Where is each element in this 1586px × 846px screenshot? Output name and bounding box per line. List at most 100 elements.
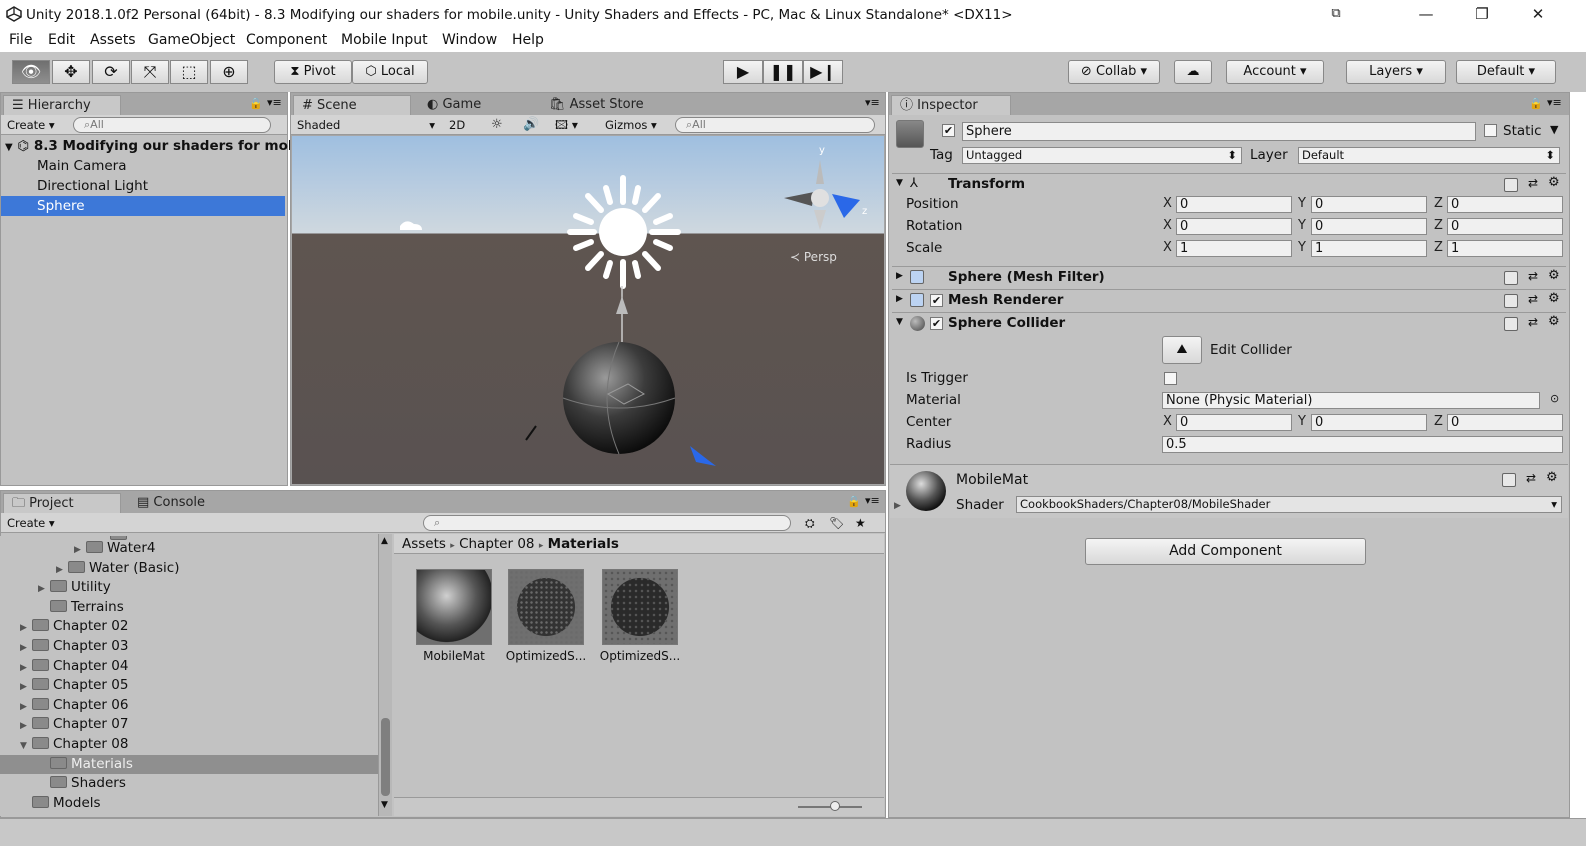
collapsed-arrow-icon[interactable]: ▶ [20,659,32,678]
orientation-gizmo[interactable] [784,160,860,230]
expanded-arrow-icon[interactable]: ▼ [20,737,32,756]
rotate-tool-icon[interactable]: ⟳ [92,60,130,84]
radius-input[interactable]: 0.5 [1162,436,1563,453]
panel-menu-icon[interactable]: ▾≡ [1547,96,1562,109]
collapsed-arrow-icon[interactable]: ▶ [20,698,32,717]
z-value-input[interactable]: 0 [1447,218,1563,235]
hierarchy-create-dropdown[interactable]: Create ▾ [7,117,55,133]
restore-icon[interactable]: ⧉ [1310,0,1362,30]
x-value-input[interactable]: 1 [1176,240,1292,257]
asset-thumbnail[interactable] [508,569,584,645]
minimize-button[interactable]: — [1400,0,1452,30]
y-value-input[interactable]: 0 [1311,218,1427,235]
account-dropdown[interactable]: Account ▾ [1226,60,1324,84]
hierarchy-search-input[interactable]: ⌕All [73,117,271,133]
mesh-filter-component-header[interactable]: ▶ Sphere (Mesh Filter) ⇄ ⚙ [892,266,1566,288]
lock-icon[interactable]: 🔒 [847,495,861,508]
collapsed-arrow-icon[interactable]: ▶ [20,639,32,658]
menu-gameobject[interactable]: GameObject [148,32,235,48]
shading-mode-dropdown[interactable]: Shaded ▾ [297,117,435,133]
help-book-icon[interactable] [1504,317,1518,331]
project-tree-item[interactable]: ▶ Chapter 03 [0,637,378,656]
cloud-icon[interactable]: ☁ [1174,60,1212,84]
z-axis-handle-icon[interactable] [690,446,716,466]
edit-collider-button[interactable]: ⛰ [1162,336,1202,364]
project-tree-item[interactable]: Terrains [0,598,378,617]
scroll-down-icon[interactable]: ▼ [381,800,388,810]
panel-menu-icon[interactable]: ▾≡ [267,96,282,109]
hierarchy-item-directional-light[interactable]: Directional Light [1,176,285,196]
collapsed-arrow-icon[interactable]: ▶ [56,561,68,580]
collapsed-arrow-icon[interactable]: ▶ [38,580,50,599]
breadcrumb-materials[interactable]: Materials [548,536,619,552]
x-value-input[interactable]: 0 [1176,218,1292,235]
is-trigger-checkbox[interactable] [1164,372,1177,385]
play-icon[interactable]: ▶ [723,60,763,84]
sphere-collider-component-header[interactable]: ▼ ✔ Sphere Collider ⇄ ⚙ [892,312,1566,334]
asset-thumbnail[interactable] [416,569,492,645]
tab-console[interactable]: ▤ Console [129,493,213,513]
scene-search-input[interactable]: ⌕All [675,117,875,133]
audio-toggle-icon[interactable]: 🔊 [523,117,539,133]
tab-asset-store[interactable]: 🛍 Asset Store [541,95,652,115]
project-tree-item[interactable]: Materials [0,754,378,774]
menu-window[interactable]: Window [442,32,497,48]
active-checkbox[interactable]: ✔ [942,124,955,137]
effects-toggle-icon[interactable]: 🖾 ▾ [555,117,578,133]
help-book-icon[interactable] [1504,178,1518,192]
preset-icon[interactable]: ⇄ [1528,269,1538,283]
tag-dropdown[interactable]: Untagged ⬍ [962,147,1242,164]
tab-inspector[interactable]: ⓘ Inspector [891,95,1011,115]
menu-assets[interactable]: Assets [90,32,136,48]
tab-game[interactable]: ◐ Game [419,95,489,115]
hierarchy-item-sphere[interactable]: Sphere [1,196,285,216]
z-value-input[interactable]: 0 [1447,196,1563,213]
preset-icon[interactable]: ⇄ [1528,292,1538,306]
favorite-icon[interactable]: ★ [855,515,866,531]
project-tree-item[interactable]: ▶ Water4 [0,539,378,558]
transform-component-header[interactable]: ▼ ⅄ Transform ⇄ ⚙ [892,173,1566,195]
rect-tool-icon[interactable]: ⬚ [170,60,208,84]
tab-scene[interactable]: # Scene [293,95,411,115]
object-picker-icon[interactable]: ⊙ [1550,392,1559,405]
project-search-input[interactable]: ⌕ [423,515,791,531]
lock-icon[interactable]: 🔒 [249,97,263,110]
collapsed-arrow-icon[interactable]: ▶ [20,717,32,736]
physic-material-field[interactable]: None (Physic Material) [1162,392,1540,409]
sphere-collider-enabled-checkbox[interactable]: ✔ [930,317,943,330]
project-tree-item[interactable]: Models [0,794,378,813]
view-tool-eye-icon[interactable]: 👁 [12,60,50,84]
tab-project[interactable]: 🗀 Project [3,493,121,513]
add-component-button[interactable]: Add Component [1085,538,1366,565]
gizmos-dropdown[interactable]: Gizmos ▾ [605,117,657,133]
pause-icon[interactable]: ❚❚ [763,60,803,84]
mesh-renderer-enabled-checkbox[interactable]: ✔ [930,294,943,307]
mode-2d-toggle[interactable]: 2D [449,117,465,133]
layout-dropdown[interactable]: Default ▾ [1456,60,1556,84]
filter-type-icon[interactable]: ⛭ [805,515,815,531]
preset-icon[interactable]: ⇄ [1528,176,1538,190]
panel-menu-icon[interactable]: ▾≡ [865,494,880,507]
static-checkbox[interactable] [1484,124,1497,137]
menu-component[interactable]: Component [246,32,327,48]
shader-dropdown[interactable]: CookbookShaders/Chapter08/MobileShader ▾ [1016,496,1562,513]
menu-mobile-input[interactable]: Mobile Input [341,32,428,48]
camera-gizmo-icon[interactable] [400,221,422,230]
project-create-dropdown[interactable]: Create ▾ [7,515,55,531]
x-value-input[interactable]: 0 [1176,196,1292,213]
project-tree-item[interactable]: ▶ Water (Basic) [0,559,378,578]
collapsed-arrow-icon[interactable]: ▶ [20,619,32,638]
gear-icon[interactable]: ⚙ [1548,291,1560,306]
object-name-input[interactable]: Sphere [962,122,1476,141]
transform-tool-icon[interactable]: ⊕ [210,60,248,84]
mesh-renderer-component-header[interactable]: ▶ ✔ Mesh Renderer ⇄ ⚙ [892,289,1566,311]
maximize-button[interactable]: ❐ [1456,0,1508,30]
project-tree-scrollbar[interactable]: ▲ ▼ [378,534,392,816]
menu-help[interactable]: Help [512,32,544,48]
close-button[interactable]: ✕ [1512,0,1564,30]
y-value-input[interactable]: 0 [1311,196,1427,213]
z-value-input[interactable]: 1 [1447,240,1563,257]
move-tool-icon[interactable]: ✥ [52,60,90,84]
preset-icon[interactable]: ⇄ [1528,315,1538,329]
scroll-thumb[interactable] [381,718,390,796]
